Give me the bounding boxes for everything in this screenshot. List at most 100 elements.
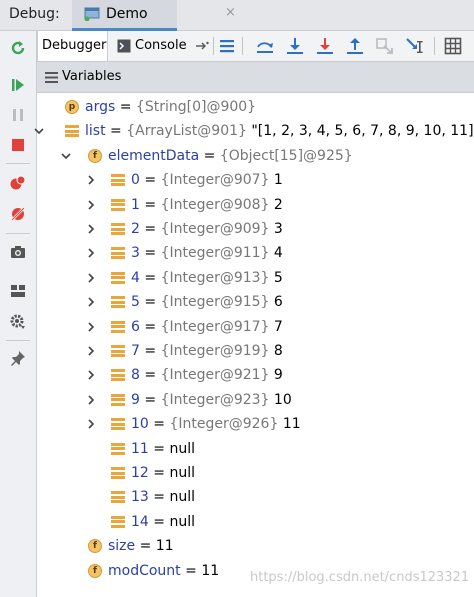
chevron-right-icon[interactable] bbox=[85, 217, 97, 241]
force-step-into-icon[interactable] bbox=[315, 36, 335, 56]
variable-row[interactable]: p args = {String[0]@900} bbox=[37, 95, 474, 119]
debugger-toolbar: Debugger Console bbox=[37, 31, 474, 62]
rerun-icon[interactable] bbox=[7, 37, 29, 59]
variable-row[interactable]: 2 = {Integer@909} 3 bbox=[37, 217, 474, 241]
tab-debugger[interactable]: Debugger bbox=[37, 31, 108, 61]
variables-tree[interactable]: p args = {String[0]@900} list = {ArrayList… bbox=[34, 93, 474, 597]
variable-value: 10 bbox=[269, 391, 292, 408]
variable-name: args bbox=[85, 99, 116, 115]
equals-sign: = bbox=[148, 416, 170, 433]
variable-value: 11 bbox=[278, 416, 301, 433]
chevron-right-icon[interactable] bbox=[85, 168, 97, 192]
evaluate-expression-icon[interactable] bbox=[443, 36, 463, 56]
variable-text: list = {ArrayList@901} "[1, 2, 3, 4, 5, … bbox=[85, 119, 474, 143]
run-tab-demo[interactable]: Demo × bbox=[72, 0, 236, 31]
variable-row[interactable]: 13 = null bbox=[37, 485, 474, 509]
chevron-right-icon[interactable] bbox=[85, 290, 97, 314]
variable-row[interactable]: 12 = null bbox=[37, 461, 474, 485]
variable-value: 7 bbox=[269, 318, 283, 335]
step-out-icon[interactable] bbox=[345, 36, 365, 56]
chevron-right-icon[interactable] bbox=[85, 315, 97, 339]
equals-sign: = bbox=[180, 562, 202, 579]
variable-value: null bbox=[169, 465, 195, 481]
variable-row[interactable]: f size = 11 bbox=[37, 534, 474, 558]
chevron-right-icon[interactable] bbox=[85, 412, 97, 436]
variable-name: elementData bbox=[108, 147, 200, 164]
variable-text: 6 = {Integer@917} 7 bbox=[131, 315, 283, 339]
variable-row[interactable]: 1 = {Integer@908} 2 bbox=[37, 193, 474, 217]
tab-console[interactable]: Console bbox=[113, 31, 213, 61]
chevron-right-icon[interactable] bbox=[85, 193, 97, 217]
step-over-icon[interactable] bbox=[255, 36, 275, 56]
camera-icon[interactable] bbox=[7, 241, 29, 263]
variable-row[interactable]: 11 = null bbox=[37, 437, 474, 461]
variable-name: 9 bbox=[131, 391, 140, 408]
pin-icon[interactable] bbox=[7, 347, 29, 369]
array-element-icon bbox=[111, 222, 125, 236]
variable-name: size bbox=[108, 538, 136, 555]
chevron-right-icon[interactable] bbox=[85, 388, 97, 412]
equals-sign: = bbox=[139, 367, 161, 384]
variable-row[interactable]: 5 = {Integer@915} 6 bbox=[37, 290, 474, 314]
variable-type: {String[0]@900} bbox=[135, 99, 257, 115]
variable-text: 11 = null bbox=[131, 437, 195, 461]
chevron-down-icon[interactable] bbox=[33, 119, 45, 143]
variable-row[interactable]: list = {ArrayList@901} "[1, 2, 3, 4, 5, … bbox=[34, 119, 474, 143]
equals-sign: = bbox=[148, 440, 170, 457]
chevron-right-icon[interactable] bbox=[85, 339, 97, 363]
variable-text: 9 = {Integer@923} 10 bbox=[131, 388, 292, 412]
show-frames-icon[interactable] bbox=[217, 36, 237, 56]
console-icon bbox=[117, 39, 131, 53]
chevron-right-icon[interactable] bbox=[85, 241, 97, 265]
variable-name: 3 bbox=[131, 245, 140, 262]
variable-name: 6 bbox=[131, 318, 140, 335]
variable-name: 8 bbox=[131, 367, 140, 384]
resume-icon[interactable] bbox=[7, 74, 29, 96]
pause-icon[interactable] bbox=[7, 104, 29, 126]
watermark: https://blog.csdn.net/cnds123321 bbox=[250, 570, 470, 585]
debug-label: Debug: bbox=[9, 6, 60, 22]
variable-type: {Integer@926} bbox=[169, 416, 279, 433]
chevron-right-icon[interactable] bbox=[85, 363, 97, 387]
equals-sign: = bbox=[105, 123, 127, 140]
variable-text: 14 = null bbox=[131, 510, 195, 534]
variable-name: modCount bbox=[108, 562, 181, 579]
array-element-icon bbox=[111, 319, 125, 334]
equals-sign: = bbox=[139, 343, 161, 359]
variable-value: 6 bbox=[269, 294, 283, 311]
variable-name: 12 bbox=[131, 465, 149, 481]
variable-type: {Integer@908} bbox=[160, 196, 270, 213]
drop-frame-icon[interactable] bbox=[375, 36, 395, 56]
variable-row[interactable]: 7 = {Integer@919} 8 bbox=[37, 339, 474, 363]
close-icon[interactable]: × bbox=[225, 5, 236, 20]
mute-breakpoints-icon[interactable] bbox=[7, 203, 29, 225]
run-to-cursor-icon[interactable] bbox=[405, 36, 425, 56]
variable-row[interactable]: 4 = {Integer@913} 5 bbox=[37, 266, 474, 290]
variable-row[interactable]: f elementData = {Object[15]@925} bbox=[37, 144, 474, 168]
chevron-down-icon[interactable] bbox=[60, 144, 72, 168]
variable-value: 1 bbox=[269, 172, 283, 189]
variable-row[interactable]: 8 = {Integer@921} 9 bbox=[37, 363, 474, 387]
restore-layout-icon[interactable] bbox=[7, 280, 29, 302]
equals-sign: = bbox=[148, 489, 170, 506]
variable-row[interactable]: 9 = {Integer@923} 10 bbox=[37, 388, 474, 412]
array-element-icon bbox=[111, 392, 125, 407]
step-into-icon[interactable] bbox=[285, 36, 305, 56]
variable-type: {ArrayList@901} bbox=[126, 123, 247, 140]
variable-name: 1 bbox=[131, 196, 140, 213]
variable-text: 4 = {Integer@913} 5 bbox=[131, 266, 283, 290]
variable-row[interactable]: 0 = {Integer@907} 1 bbox=[37, 168, 474, 192]
array-element-icon bbox=[111, 197, 125, 212]
equals-sign: = bbox=[139, 245, 161, 262]
settings-gear-icon[interactable] bbox=[7, 311, 29, 333]
stop-icon[interactable] bbox=[7, 134, 29, 156]
variable-row[interactable]: 3 = {Integer@911} 4 bbox=[37, 241, 474, 265]
variable-text: 5 = {Integer@915} 6 bbox=[131, 290, 283, 314]
view-breakpoints-icon[interactable] bbox=[7, 172, 29, 194]
equals-sign: = bbox=[148, 513, 170, 530]
chevron-right-icon[interactable] bbox=[85, 266, 97, 290]
variable-name: list bbox=[85, 123, 106, 140]
variable-row[interactable]: 10 = {Integer@926} 11 bbox=[37, 412, 474, 436]
variable-row[interactable]: 6 = {Integer@917} 7 bbox=[37, 315, 474, 339]
variable-row[interactable]: 14 = null bbox=[37, 510, 474, 534]
